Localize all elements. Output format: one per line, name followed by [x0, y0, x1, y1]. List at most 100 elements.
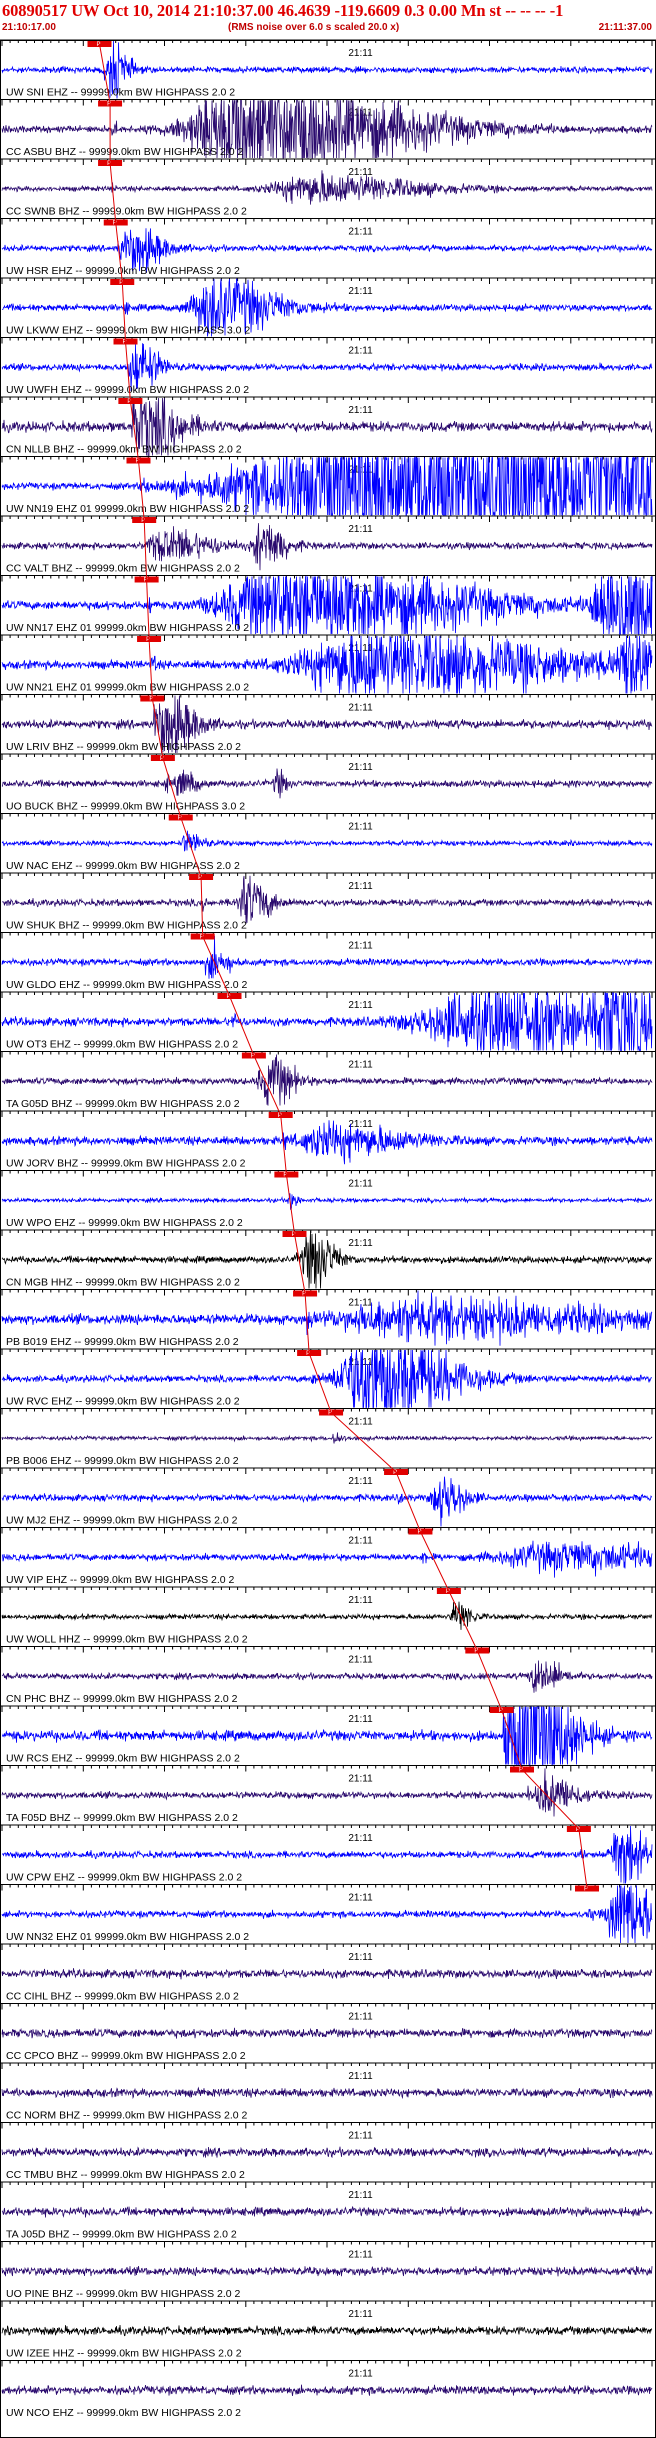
time-tick-label: 21:11 [348, 1417, 373, 1428]
time-tick-label: 21:11 [348, 1000, 373, 1011]
time-ticks [1, 218, 653, 225]
time-ticks [1, 456, 653, 463]
station-label: UW RVC EHZ -- 99999.0km BW HIGHPASS 2.0 … [6, 1396, 240, 1408]
waveform-trace [1, 2146, 653, 2159]
pick-label: P [584, 1887, 588, 1893]
station-label: CC CPCO BHZ -- 99999.0km BW HIGHPASS 2.0… [6, 2050, 246, 2062]
station-label: TA G05D BHZ -- 99999.0km BW HIGHPASS 2.0… [6, 1098, 240, 1110]
time-ticks [1, 397, 653, 403]
time-ticks [1, 2122, 653, 2129]
time-tick-label: 21:11 [348, 227, 373, 238]
time-tick-label: 21:11 [348, 703, 373, 714]
waveform-trace [1, 2206, 653, 2218]
station-label: UW NN19 EHZ 01 99999.0km BW HIGHPASS 2.0… [6, 503, 249, 515]
waveform-trace [1, 1432, 653, 1444]
station-label: UW GLDO EHZ -- 99999.0km BW HIGHPASS 2.0… [6, 979, 248, 991]
time-ticks [1, 2241, 653, 2248]
station-label: CC NORM BHZ -- 99999.0km BW HIGHPASS 2.0… [6, 2110, 248, 2122]
waveform-trace [1, 1768, 653, 1817]
time-ticks [1, 278, 653, 284]
station-label: CC SWNB BHZ -- 99999.0km BW HIGHPASS 2.0… [6, 206, 247, 218]
time-tick-label: 21:11 [348, 1476, 373, 1487]
station-label: TA J05D BHZ -- 99999.0km BW HIGHPASS 2.0… [6, 2229, 237, 2241]
time-ticks [1, 1111, 653, 1117]
time-ticks [1, 575, 653, 582]
time-ticks [1, 2003, 653, 2010]
station-label: UW UWFH EHZ -- 99999.0km BW HIGHPASS 2.0… [6, 384, 249, 396]
time-ticks [1, 337, 653, 344]
waveform-trace [1, 768, 653, 799]
time-tick-label: 21:11 [348, 762, 373, 773]
station-label: UW WOLL HHZ -- 99999.0km BW HIGHPASS 2.0… [6, 1634, 248, 1646]
time-tick-label: 21:11 [348, 2369, 373, 2380]
time-ticks [1, 2182, 653, 2188]
time-tick-label: 21:11 [348, 2190, 373, 2201]
time-ticks [1, 1587, 653, 1593]
time-ticks [1, 1468, 653, 1474]
station-label: UW SNI EHZ -- 99999.0km BW HIGHPASS 2.0 … [6, 87, 235, 99]
time-tick-label: 21:11 [348, 1060, 373, 1071]
station-label: UW NN21 EHZ 01 99999.0km BW HIGHPASS 2.0… [6, 682, 249, 694]
time-tick-label: 21:11 [348, 881, 373, 892]
station-label: UW WPO EHZ -- 99999.0km BW HIGHPASS 2.0 … [6, 1217, 243, 1229]
time-ticks [1, 1051, 653, 1058]
time-tick-label: 21:11 [348, 941, 373, 952]
station-label: UO BUCK BHZ -- 99999.0km BW HIGHPASS 3.0… [6, 801, 245, 813]
time-ticks [1, 992, 653, 998]
station-label: TA F05D BHZ -- 99999.0km BW HIGHPASS 2.0… [6, 1812, 238, 1824]
station-label: UW JORV BHZ -- 99999.0km BW HIGHPASS 2.0… [6, 1158, 246, 1170]
time-tick-label: 21:11 [348, 1893, 373, 1904]
time-tick-label: 21:11 [348, 2250, 373, 2261]
time-ticks [1, 516, 653, 522]
station-label: CN MGB HHZ -- 99999.0km BW HIGHPASS 2.0 … [6, 1277, 240, 1289]
time-ticks [1, 1944, 653, 1950]
time-tick-label: 21:11 [348, 822, 373, 833]
waveform-trace [1, 2086, 653, 2100]
time-ticks [1, 932, 653, 939]
station-label: UW SHUK BHZ -- 99999.0km BW HIGHPASS 2.0… [6, 920, 247, 932]
station-label: PB B006 EHZ -- 99999.0km BW HIGHPASS 2.0… [6, 1455, 239, 1467]
time-ticks [1, 1706, 653, 1712]
time-ticks [1, 2063, 653, 2069]
station-label: UW NAC EHZ -- 99999.0km BW HIGHPASS 2.0 … [6, 860, 240, 872]
time-tick-label: 21:11 [348, 405, 373, 416]
time-ticks [1, 1349, 653, 1355]
station-label: CN NLLB BHZ -- 99999.0km BW HIGHPASS 2.0… [6, 444, 242, 456]
time-ticks [1, 1825, 653, 1831]
time-ticks [1, 635, 653, 641]
time-tick-label: 21:11 [348, 286, 373, 297]
time-tick-label: 21:11 [348, 167, 373, 178]
time-tick-label: 21:11 [348, 2131, 373, 2142]
plot-frame [0, 40, 656, 2438]
time-tick-label: 21:11 [348, 1179, 373, 1190]
time-tick-label: 21:11 [348, 1536, 373, 1547]
station-label: UW LKWW EHZ -- 99999.0km BW HIGHPASS 3.0… [6, 325, 250, 337]
time-ticks [1, 754, 653, 760]
station-label: UW CPW EHZ -- 99999.0km BW HIGHPASS 2.0 … [6, 1872, 242, 1884]
waveform-trace [1, 2384, 653, 2396]
time-tick-label: 21:11 [348, 1238, 373, 1249]
station-label: UW LRIV BHZ -- 99999.0km BW HIGHPASS 2.0… [6, 741, 241, 753]
station-label: CC CIHL BHZ -- 99999.0km BW HIGHPASS 2.0… [6, 1991, 239, 2003]
station-label: UW NN32 EHZ 01 99999.0km BW HIGHPASS 2.0… [6, 1931, 249, 1943]
waveform-trace [1, 935, 653, 979]
waveform-trace [1, 2324, 653, 2337]
waveform-trace [1, 2265, 653, 2277]
station-label: UW NCO EHZ -- 99999.0km BW HIGHPASS 2.0 … [6, 2407, 241, 2419]
time-ticks [1, 1289, 653, 1296]
station-label: UW IZEE HHZ -- 99999.0km BW HIGHPASS 2.0… [6, 2348, 242, 2360]
time-ticks [1, 1646, 653, 1653]
waveform-trace [1, 1540, 653, 1578]
time-tick-label: 21:11 [348, 2071, 373, 2082]
station-label: UW HSR EHZ -- 99999.0km BW HIGHPASS 2.0 … [6, 265, 240, 277]
waveform-trace [1, 1660, 653, 1693]
time-tick-label: 21:11 [348, 1714, 373, 1725]
time-tick-label: 21:11 [348, 1833, 373, 1844]
waveform-trace [1, 170, 653, 205]
station-label: UW VIP EHZ -- 99999.0km BW HIGHPASS 2.0 … [6, 1574, 235, 1586]
waveform-trace [1, 875, 653, 924]
station-label: CC TMBU BHZ -- 99999.0km BW HIGHPASS 2.0… [6, 2169, 245, 2181]
time-tick-label: 21:11 [348, 2309, 373, 2320]
station-label: CC VALT BHZ -- 99999.0km BW HIGHPASS 2.0… [6, 563, 240, 575]
time-tick-label: 21:11 [348, 1952, 373, 1963]
